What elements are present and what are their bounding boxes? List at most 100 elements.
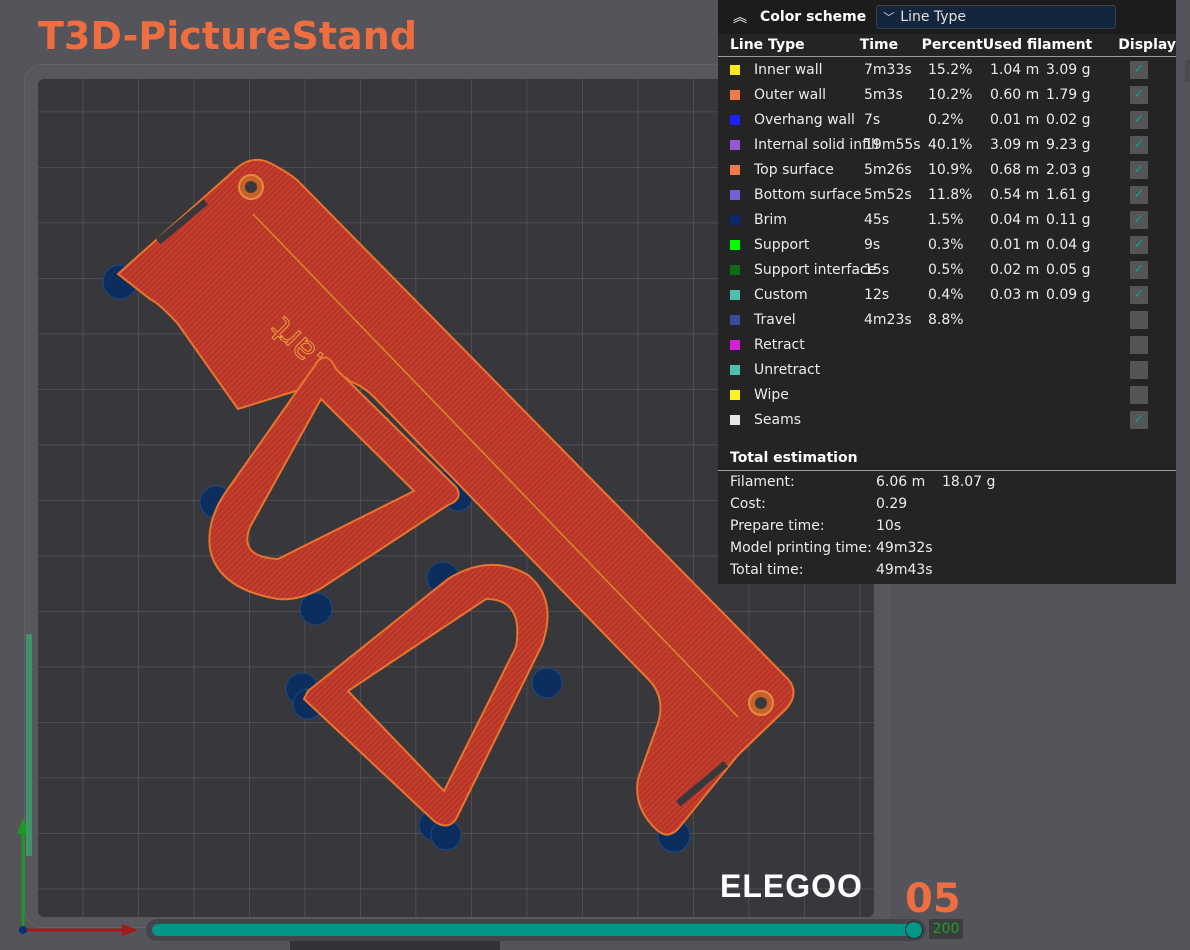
legend-header: ︽ Color scheme ﹀ Line Type [718, 0, 1176, 34]
display-checkbox[interactable]: ✓ [1130, 60, 1148, 79]
legend-row[interactable]: Unretract [718, 357, 1176, 382]
color-swatch [730, 389, 740, 400]
legend-row[interactable]: Support 9s 0.3% 0.01 m 0.04 g ✓ [718, 232, 1176, 257]
double-chevron-up-icon[interactable]: ︽ [730, 7, 750, 27]
weight-cell: 1.61 g [1046, 186, 1091, 203]
time-cell: 7m33s [864, 61, 912, 78]
total-value: 0.29 [876, 496, 908, 512]
line-type-name: Seams [754, 411, 802, 428]
total-estimation-title: Total estimation [718, 446, 1176, 471]
line-type-cell: Travel [718, 312, 864, 328]
color-swatch [730, 364, 740, 375]
percent-cell: 11.8% [928, 186, 973, 203]
color-swatch [730, 139, 740, 150]
time-cell: 12s [864, 286, 890, 303]
display-checkbox[interactable] [1130, 335, 1148, 354]
brim [299, 592, 333, 626]
color-scheme-select[interactable]: ﹀ Line Type [876, 5, 1117, 29]
line-type-name: Top surface [754, 161, 834, 178]
display-checkbox[interactable]: ✓ [1130, 210, 1148, 229]
color-swatch [730, 239, 740, 250]
percent-cell: 10.9% [928, 161, 973, 178]
line-type-cell: Bottom surface [718, 187, 864, 203]
legend-row[interactable]: Top surface 5m26s 10.9% 0.68 m 2.03 g ✓ [718, 157, 1176, 182]
line-type-name: Retract [754, 336, 805, 353]
total-rows: Filament: 6.06 m 18.07 g Cost: 0.29 Prep… [718, 471, 1176, 581]
time-cell: 9s [864, 236, 881, 253]
display-checkbox[interactable]: ✓ [1130, 85, 1148, 104]
time-cell: 5m52s [864, 186, 912, 203]
weight-cell: 0.09 g [1046, 286, 1091, 303]
weight-cell: 3.09 g [1046, 61, 1091, 78]
horizontal-slider-thumb[interactable] [905, 921, 923, 939]
display-checkbox[interactable]: ✓ [1130, 285, 1148, 304]
display-checkbox[interactable]: ✓ [1130, 260, 1148, 279]
line-type-name: Unretract [754, 361, 821, 378]
display-checkbox[interactable] [1130, 360, 1148, 379]
display-checkbox[interactable]: ✓ [1130, 160, 1148, 179]
color-swatch [730, 164, 740, 175]
length-cell: 0.01 m [990, 236, 1040, 253]
display-checkbox[interactable]: ✓ [1130, 235, 1148, 254]
legend-row[interactable]: Overhang wall 7s 0.2% 0.01 m 0.02 g ✓ [718, 107, 1176, 132]
line-type-name: Bottom surface [754, 186, 862, 203]
total-row: Filament: 6.06 m 18.07 g [718, 471, 1176, 493]
legend-row[interactable]: Inner wall 7m33s 15.2% 1.04 m 3.09 g ✓ [718, 57, 1176, 82]
line-type-name: Inner wall [754, 61, 823, 78]
color-scheme-value: Line Type [900, 9, 967, 25]
color-swatch [730, 339, 740, 350]
legend-row[interactable]: Support interface 15s 0.5% 0.02 m 0.05 g… [718, 257, 1176, 282]
color-swatch [730, 289, 740, 300]
length-cell: 0.03 m [990, 286, 1040, 303]
weight-cell: 9.23 g [1046, 136, 1091, 153]
side-panel-handle[interactable] [1185, 60, 1190, 82]
color-swatch [730, 189, 740, 200]
vertical-layer-slider[interactable] [26, 634, 32, 856]
percent-cell: 8.8% [928, 311, 964, 328]
legend-row[interactable]: Seams ✓ [718, 407, 1176, 432]
line-type-cell: Retract [718, 337, 864, 353]
display-checkbox[interactable]: ✓ [1130, 110, 1148, 129]
display-checkbox[interactable]: ✓ [1130, 410, 1148, 429]
legend-panel: ︽ Color scheme ﹀ Line Type Line Type Tim… [718, 0, 1176, 584]
weight-cell: 1.79 g [1046, 86, 1091, 103]
display-checkbox[interactable] [1130, 385, 1148, 404]
legend-row[interactable]: Travel 4m23s 8.8% [718, 307, 1176, 332]
line-type-cell: Support [718, 237, 864, 253]
line-type-name: Outer wall [754, 86, 827, 103]
weight-cell: 2.03 g [1046, 161, 1091, 178]
total-row: Prepare time: 10s [718, 515, 1176, 537]
length-cell: 0.60 m [990, 86, 1040, 103]
line-type-name: Brim [754, 211, 787, 228]
total-row: Cost: 0.29 [718, 493, 1176, 515]
legend-row[interactable]: Outer wall 5m3s 10.2% 0.60 m 1.79 g ✓ [718, 82, 1176, 107]
line-type-cell: Seams [718, 412, 864, 428]
legend-row[interactable]: Brim 45s 1.5% 0.04 m 0.11 g ✓ [718, 207, 1176, 232]
total-value: 49m43s [876, 562, 933, 578]
display-checkbox[interactable]: ✓ [1130, 185, 1148, 204]
line-type-name: Wipe [754, 386, 789, 403]
line-type-cell: Top surface [718, 162, 864, 178]
legend-row[interactable]: Bottom surface 5m52s 11.8% 0.54 m 1.61 g… [718, 182, 1176, 207]
line-type-name: Support interface [754, 261, 877, 278]
color-swatch [730, 264, 740, 275]
line-type-name: Overhang wall [754, 111, 855, 128]
color-swatch [730, 89, 740, 100]
origin-dot [19, 926, 27, 934]
percent-cell: 15.2% [928, 61, 973, 78]
legend-row[interactable]: Wipe [718, 382, 1176, 407]
total-label: Cost: [730, 496, 766, 512]
legend-row[interactable]: Internal solid infill 19m55s 40.1% 3.09 … [718, 132, 1176, 157]
legend-row[interactable]: Retract [718, 332, 1176, 357]
time-cell: 7s [864, 111, 881, 128]
weight-cell: 0.05 g [1046, 261, 1091, 278]
length-cell: 0.02 m [990, 261, 1040, 278]
length-cell: 0.54 m [990, 186, 1040, 203]
total-row: Model printing time: 49m32s [718, 537, 1176, 559]
display-checkbox[interactable]: ✓ [1130, 135, 1148, 154]
legend-row[interactable]: Custom 12s 0.4% 0.03 m 0.09 g ✓ [718, 282, 1176, 307]
brand-logo: ELEGOO [720, 868, 863, 904]
time-cell: 45s [864, 211, 890, 228]
display-checkbox[interactable] [1130, 310, 1148, 329]
line-type-name: Custom [754, 286, 808, 303]
